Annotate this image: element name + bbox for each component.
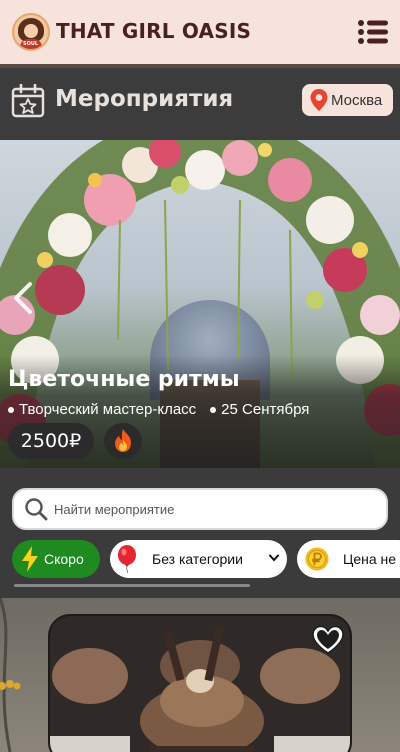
filter-soon-label: Скоро xyxy=(44,551,84,567)
search-box[interactable] xyxy=(12,488,388,530)
page-title: Мероприятия xyxy=(55,86,234,112)
filter-scrollbar[interactable] xyxy=(14,584,250,587)
event-category: Творческий мастер-класс xyxy=(19,401,197,418)
top-bar: SOUL THAT GIRL OASIS xyxy=(0,0,400,64)
filter-bar: Скоро Без категории Цена не xyxy=(12,540,400,578)
search-input[interactable] xyxy=(54,501,354,517)
city-selector-button[interactable]: Москва xyxy=(302,84,393,116)
chevron-left-icon[interactable] xyxy=(8,278,38,318)
decor-branch xyxy=(0,598,21,752)
filter-price-button[interactable]: Цена не xyxy=(297,540,400,578)
section-header: Мероприятия Москва xyxy=(0,68,400,140)
event-feed xyxy=(0,598,400,752)
balloon-icon xyxy=(118,545,136,573)
calendar-star-icon xyxy=(11,84,45,118)
hero-carousel[interactable]: Цветочные ритмы Творческий мастер-класс … xyxy=(0,140,400,468)
brand-logo[interactable]: SOUL xyxy=(12,13,50,51)
search-icon xyxy=(25,498,48,521)
city-label: Москва xyxy=(331,91,383,109)
event-title[interactable]: Цветочные ритмы xyxy=(8,367,240,392)
cupcake-image xyxy=(50,616,350,752)
filter-category-select[interactable]: Без категории xyxy=(110,540,287,578)
lightning-icon xyxy=(22,546,38,572)
filter-price-label: Цена не xyxy=(343,551,397,567)
map-pin-icon xyxy=(310,89,328,111)
fire-icon[interactable] xyxy=(104,423,142,459)
event-card[interactable] xyxy=(48,614,352,752)
event-date: 25 Сентября xyxy=(221,401,310,418)
list-icon[interactable] xyxy=(358,20,388,44)
logo-text: SOUL xyxy=(23,41,39,47)
search-area: Скоро Без категории Цена не xyxy=(0,468,400,598)
ruble-coin-icon xyxy=(305,547,329,571)
heart-icon[interactable] xyxy=(310,624,346,656)
brand-name[interactable]: THAT GIRL OASIS xyxy=(56,19,251,43)
filter-soon-button[interactable]: Скоро xyxy=(12,540,100,578)
filter-category-label: Без категории xyxy=(152,551,243,567)
event-price: 2500₽ xyxy=(8,423,94,459)
event-meta: Творческий мастер-класс 25 Сентября xyxy=(6,401,309,418)
chevron-down-icon xyxy=(269,554,279,562)
